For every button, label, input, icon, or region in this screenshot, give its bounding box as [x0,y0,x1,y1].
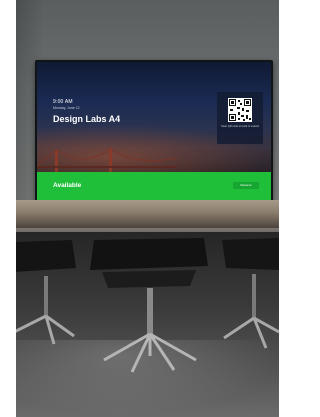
office-photo: 9:00 AM Monday, June 12 Design Labs A4 S… [0,0,279,417]
bridge-silhouette [37,148,177,172]
room-name: Design Labs A4 [53,114,121,124]
current-date: Monday, June 12 [53,106,80,110]
current-time: 9:00 AM [53,99,73,105]
office-chairs [14,238,279,373]
wall-mounted-tv: 9:00 AM Monday, June 12 Design Labs A4 S… [35,60,273,202]
room-status: Available [53,182,82,189]
qr-caption: Scan QR code to book or extend [221,125,259,128]
reserve-button[interactable]: Reserve [233,182,259,189]
image-border [0,0,16,417]
availability-bar: Available Reserve [37,172,271,200]
qr-code-icon [228,98,252,122]
qr-card: Scan QR code to book or extend [217,92,263,144]
room-booking-screen: 9:00 AM Monday, June 12 Design Labs A4 S… [37,62,271,200]
